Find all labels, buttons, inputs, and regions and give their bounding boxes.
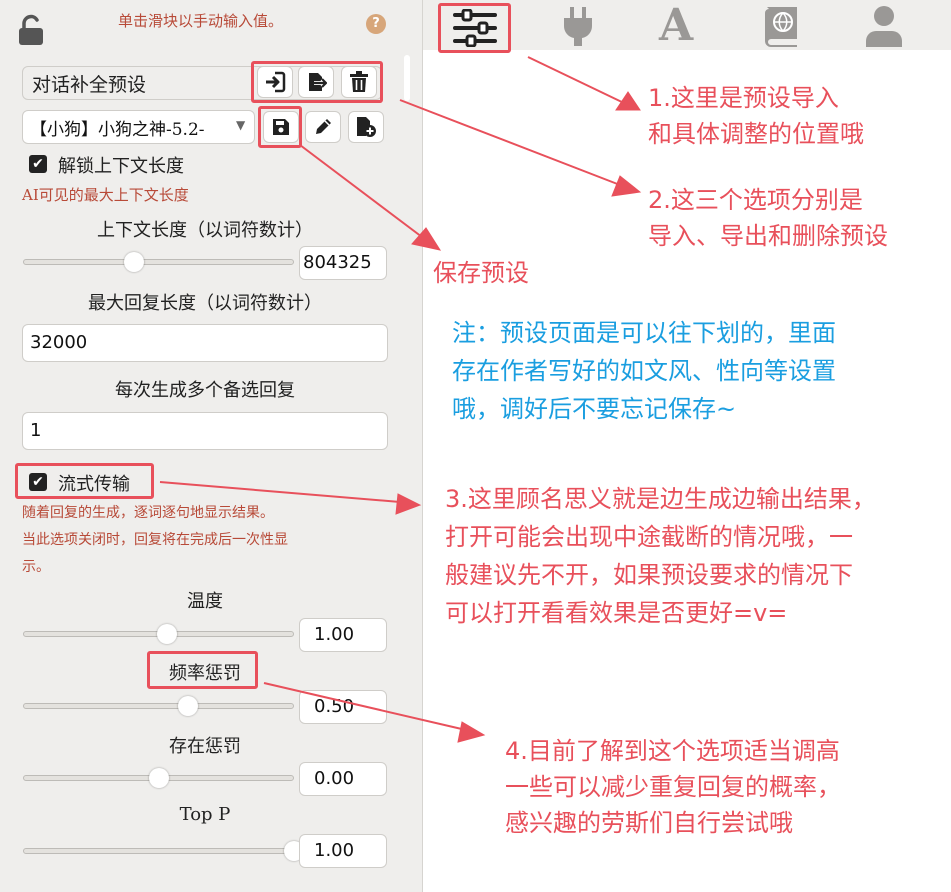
arrow-4-head (457, 721, 486, 743)
arrow-2-head (611, 175, 642, 197)
arrow-save (299, 144, 427, 241)
arrow-2 (399, 99, 621, 186)
arrow-save-head (411, 227, 442, 251)
arrow-1 (527, 56, 627, 105)
arrow-4 (263, 682, 467, 731)
annotation-arrows (159, 56, 642, 743)
arrow-3 (159, 481, 401, 503)
arrow-3-head (395, 493, 422, 515)
